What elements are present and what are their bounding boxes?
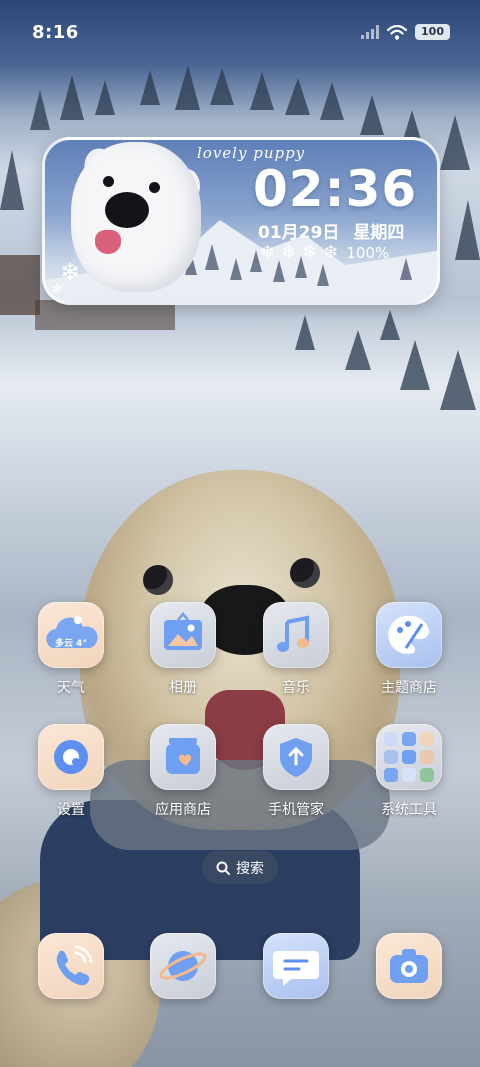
widget-time: 02:36 [253,160,418,218]
wifi-icon [387,24,408,40]
weather-icon[interactable]: 多云 4° [38,602,104,668]
message-icon[interactable] [263,933,329,999]
status-icons: 100 [361,24,450,40]
palette-icon[interactable] [376,602,442,668]
settings-gear-icon[interactable] [38,724,104,790]
app-label-phone-manager: 手机管家 [268,802,324,818]
app-label-music: 音乐 [282,680,310,696]
puppy-nose [105,192,149,228]
app-label-settings: 设置 [57,802,85,818]
battery-indicator: 100 [415,24,450,40]
app-app-store[interactable]: 应用商店 [133,724,233,819]
widget-battery-row: ❄ ❄ ❄ ❄ 100% [260,242,390,263]
folder-mini-icon [420,768,434,782]
puppy-eye-right [149,182,160,193]
music-icon[interactable] [263,602,329,668]
dog-eye-right [290,558,320,588]
app-weather[interactable]: 多云 4° 天气 [21,602,121,697]
snowflake-icon: ❄ [281,242,297,263]
app-label-gallery: 相册 [169,680,197,696]
camera-icon[interactable] [376,933,442,999]
folder-preview [384,732,434,782]
phone-icon[interactable] [38,933,104,999]
weather-summary: 多云 4° [55,639,87,649]
widget-weekday: 星期四 [353,223,405,243]
folder-mini-icon [420,732,434,746]
search-label: 搜索 [236,860,264,877]
app-theme-store[interactable]: 主题商店 [359,602,459,697]
folder-mini-icon [384,750,398,764]
planet-icon[interactable] [150,933,216,999]
app-label-weather: 天气 [57,680,85,696]
folder-icon[interactable] [376,724,442,790]
app-gallery[interactable]: 相册 [133,602,233,697]
app-settings[interactable]: 设置 [21,724,121,819]
snowflake-icon: ❄ [260,242,276,263]
puppy-eye-left [103,176,114,187]
app-store-icon[interactable] [150,724,216,790]
status-time: 8:16 [32,22,79,43]
folder-mini-icon [420,750,434,764]
signal-icon [361,25,380,39]
app-phone-manager[interactable]: 手机管家 [246,724,346,819]
folder-mini-icon [402,750,416,764]
clock-widget[interactable]: ❄ ❄ lovely puppy 02:36 01月29日 星期四 ❄ ❄ ❄ … [42,137,440,305]
folder-mini-icon [384,768,398,782]
puppy-tongue [95,230,121,254]
widget-date-row: 01月29日 星期四 [258,218,404,243]
search-icon [216,861,230,875]
app-label-app-store: 应用商店 [155,802,211,818]
app-music[interactable]: 音乐 [246,602,346,697]
gallery-icon[interactable] [150,602,216,668]
snowflake-icon-small: ❄ [51,282,63,298]
folder-mini-icon [402,768,416,782]
app-label-system-tools: 系统工具 [381,802,437,818]
folder-mini-icon [384,732,398,746]
security-shield-icon[interactable] [263,724,329,790]
app-system-tools-folder[interactable]: 系统工具 [359,724,459,819]
search-button[interactable]: 搜索 [202,851,278,884]
snowflake-icon: ❄ [302,242,318,263]
app-label-theme-store: 主题商店 [381,680,437,696]
widget-date: 01月29日 [258,223,340,243]
snowflake-icon: ❄ [60,258,81,286]
widget-battery: 100% [346,244,390,262]
dog-eye-left [143,565,173,595]
status-bar: 8:16 100 [0,0,480,64]
snowflake-icon: ❄ [323,242,339,263]
folder-mini-icon [402,732,416,746]
